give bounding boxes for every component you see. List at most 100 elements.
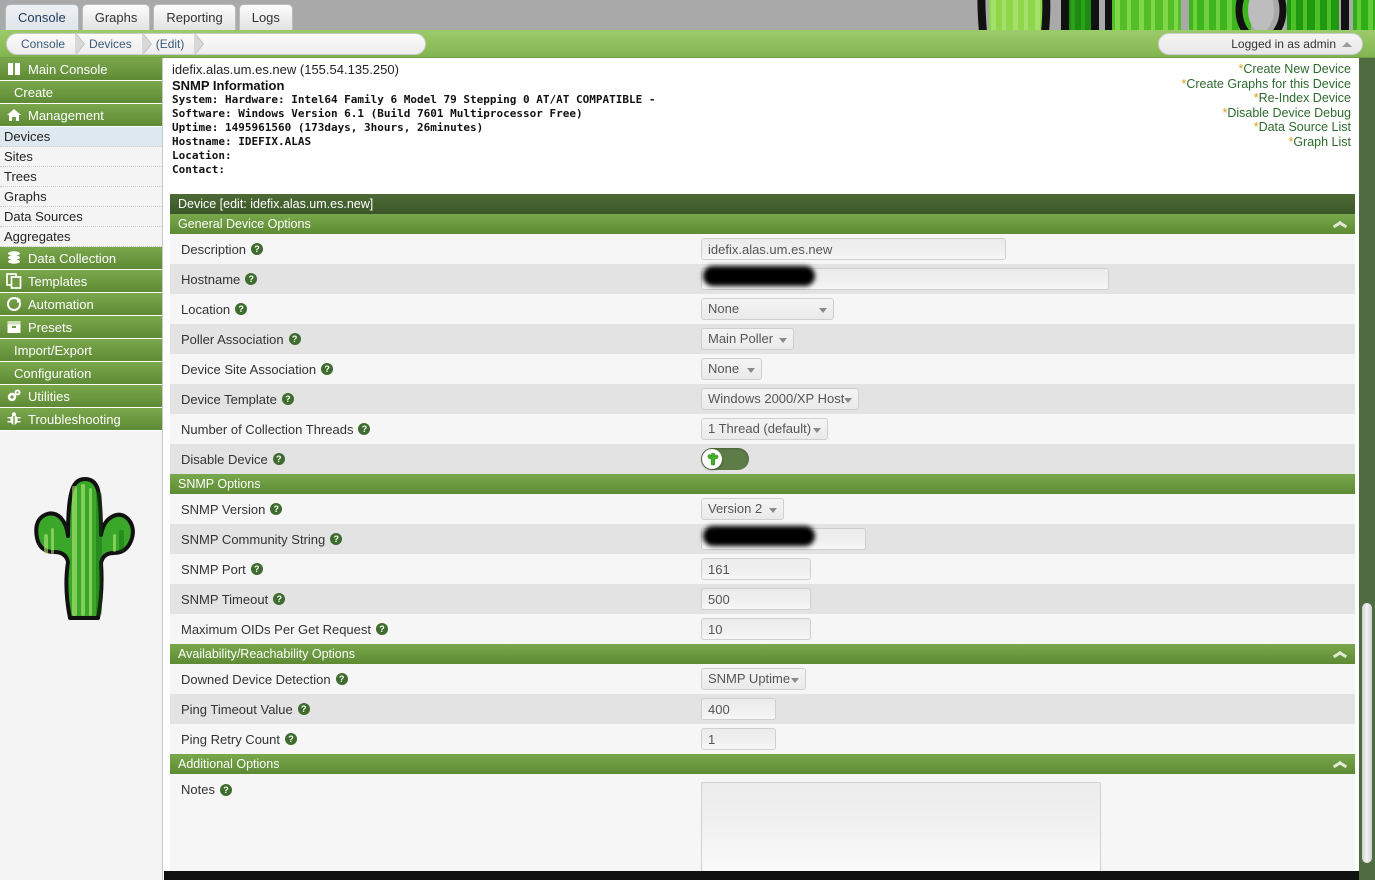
- field-label: SNMP Timeout ?: [181, 592, 701, 607]
- sidebar-label: Automation: [28, 296, 94, 312]
- chevron-down-icon: [813, 428, 821, 433]
- snmp-port-input[interactable]: [701, 558, 811, 580]
- help-icon[interactable]: ?: [330, 533, 343, 545]
- vertical-scrollbar-thumb[interactable]: [1362, 603, 1372, 863]
- field-label: SNMP Community String ?: [181, 532, 701, 547]
- sidebar-item-presets[interactable]: Presets: [0, 316, 162, 339]
- location-select[interactable]: None: [701, 298, 834, 320]
- sidebar-label: Graphs: [4, 189, 47, 204]
- field-label: Location ?: [181, 302, 701, 317]
- breadcrumb-item-console[interactable]: Console: [7, 34, 86, 54]
- help-icon[interactable]: ?: [219, 783, 232, 796]
- section-header-additional-options[interactable]: Additional Options: [170, 754, 1355, 774]
- help-icon[interactable]: ?: [281, 393, 294, 405]
- top-bar: Console Graphs Reporting Logs: [0, 0, 1375, 30]
- sidebar-item-sites[interactable]: Sites: [0, 147, 162, 167]
- chevron-up-icon[interactable]: [1333, 649, 1347, 659]
- sidebar-item-management[interactable]: Management: [0, 104, 162, 127]
- sidebar-label: Data Collection: [28, 250, 117, 266]
- ping-retry-count-input[interactable]: [701, 728, 776, 750]
- sidebar-item-import-export[interactable]: Import/Export: [0, 339, 162, 362]
- field-row-snmp-community-string: SNMP Community String ?: [170, 524, 1355, 554]
- label-text: Poller Association: [181, 331, 284, 347]
- link-data-source-list[interactable]: *Data Source List: [1181, 120, 1351, 135]
- sidebar-item-graphs[interactable]: Graphs: [0, 187, 162, 207]
- chevron-up-icon[interactable]: [1333, 219, 1347, 229]
- sidebar-label: Presets: [28, 319, 73, 335]
- sidebar-item-trees[interactable]: Trees: [0, 167, 162, 187]
- help-icon[interactable]: ?: [285, 733, 297, 745]
- help-icon[interactable]: ?: [358, 423, 371, 435]
- link-reindex-device[interactable]: *Re-Index Device: [1181, 91, 1351, 106]
- snmp-community-string-input[interactable]: [701, 528, 866, 550]
- field-row-device-template: Device Template ? Windows 2000/XP Host: [170, 384, 1355, 414]
- tab-reporting[interactable]: Reporting: [153, 4, 236, 30]
- field-label: Device Template ?: [181, 392, 701, 407]
- vertical-scrollbar[interactable]: [1359, 58, 1375, 880]
- tab-logs[interactable]: Logs: [238, 4, 293, 30]
- snmp-timeout-input[interactable]: [701, 588, 811, 610]
- breadcrumb-item-devices[interactable]: Devices: [75, 34, 152, 54]
- link-graph-list[interactable]: *Graph List: [1181, 135, 1351, 150]
- link-create-graphs[interactable]: *Create Graphs for this Device: [1181, 77, 1351, 92]
- help-icon[interactable]: ?: [235, 303, 248, 315]
- help-icon[interactable]: ?: [273, 593, 286, 605]
- snmp-version-select[interactable]: Version 2: [701, 498, 784, 520]
- section-header-general-device-options[interactable]: General Device Options: [170, 214, 1355, 234]
- help-icon[interactable]: ?: [245, 273, 258, 285]
- sidebar-item-main-console[interactable]: Main Console: [0, 58, 162, 81]
- downed-device-detection-select[interactable]: SNMP Uptime: [701, 668, 806, 690]
- device-edit-form: Device [edit: idefix.alas.um.es.new] Gen…: [170, 194, 1355, 872]
- help-icon[interactable]: ?: [297, 703, 310, 715]
- copy-icon: [6, 273, 22, 289]
- sidebar-item-create[interactable]: Create: [0, 81, 162, 104]
- snmp-info-heading: SNMP Information: [172, 78, 285, 93]
- hostname-input[interactable]: [701, 268, 1109, 290]
- user-menu-button[interactable]: Logged in as admin: [1158, 33, 1363, 55]
- sidebar-item-utilities[interactable]: Utilities: [0, 385, 162, 408]
- help-icon[interactable]: ?: [251, 243, 264, 255]
- poller-association-select[interactable]: Main Poller: [701, 328, 794, 350]
- help-icon[interactable]: ?: [288, 333, 301, 345]
- collection-threads-select[interactable]: 1 Thread (default): [701, 418, 828, 440]
- section-header-availability-reachability-options[interactable]: Availability/Reachability Options: [170, 644, 1355, 664]
- label-text: Notes: [181, 782, 215, 797]
- max-oids-per-get-request-input[interactable]: [701, 618, 811, 640]
- help-icon[interactable]: ?: [270, 503, 283, 515]
- help-icon[interactable]: ?: [272, 453, 285, 465]
- chevron-up-icon[interactable]: [1333, 759, 1347, 769]
- tab-console[interactable]: Console: [5, 4, 79, 30]
- select-value: SNMP Uptime: [708, 671, 791, 686]
- sidebar-item-data-collection[interactable]: Data Collection: [0, 247, 162, 270]
- description-input[interactable]: [701, 238, 1006, 260]
- sidebar-item-automation[interactable]: Automation: [0, 293, 162, 316]
- horizontal-scrollbar[interactable]: [164, 871, 1359, 880]
- sidebar-item-templates[interactable]: Templates: [0, 270, 162, 293]
- form-device-bar: Device [edit: idefix.alas.um.es.new]: [170, 194, 1355, 214]
- section-header-snmp-options[interactable]: SNMP Options: [170, 474, 1355, 494]
- link-label: Data Source List: [1258, 120, 1351, 134]
- hostname-redaction-overlay: [701, 268, 1109, 290]
- field-label: SNMP Port ?: [181, 562, 701, 577]
- help-icon[interactable]: ?: [335, 673, 348, 685]
- tab-graphs[interactable]: Graphs: [81, 4, 151, 30]
- field-row-collection-threads: Number of Collection Threads ? 1 Thread …: [170, 414, 1355, 444]
- sidebar-item-aggregates[interactable]: Aggregates: [0, 227, 162, 247]
- ping-timeout-value-input[interactable]: [701, 698, 776, 720]
- help-icon[interactable]: ?: [250, 563, 263, 575]
- sidebar-item-configuration[interactable]: Configuration: [0, 362, 162, 385]
- link-disable-device-debug[interactable]: *Disable Device Debug: [1181, 106, 1351, 121]
- disable-device-toggle[interactable]: [701, 448, 749, 470]
- sidebar-item-devices[interactable]: Devices: [0, 127, 162, 147]
- breadcrumb-item-edit[interactable]: (Edit): [142, 34, 205, 54]
- notes-textarea[interactable]: [701, 782, 1101, 872]
- sidebar-item-data-sources[interactable]: Data Sources: [0, 207, 162, 227]
- device-site-association-select[interactable]: None: [701, 358, 762, 380]
- link-create-new-device[interactable]: *Create New Device: [1181, 62, 1351, 77]
- sidebar-item-troubleshooting[interactable]: Troubleshooting: [0, 408, 162, 431]
- help-icon[interactable]: ?: [376, 623, 388, 635]
- sidebar-label: Templates: [28, 273, 88, 289]
- help-icon[interactable]: ?: [321, 363, 334, 375]
- field-row-snmp-port: SNMP Port ?: [170, 554, 1355, 584]
- device-template-select[interactable]: Windows 2000/XP Host: [701, 388, 859, 410]
